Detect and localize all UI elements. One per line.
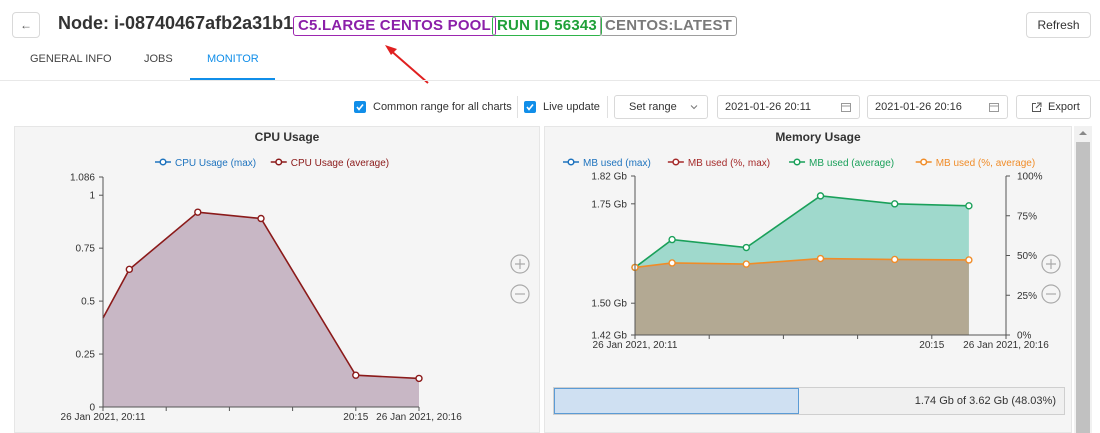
x-tick-label: 20:15 xyxy=(919,340,944,351)
data-point xyxy=(816,254,825,263)
legend-marker xyxy=(793,158,801,166)
legend-entry: MB used (%, max) xyxy=(688,158,770,169)
data-point xyxy=(668,235,676,244)
y-tick-label: 0.25 xyxy=(76,350,96,361)
tab-general-info[interactable]: GENERAL INFO xyxy=(30,53,112,65)
chart-title: CPU Usage xyxy=(255,130,320,144)
live-update-checkbox[interactable] xyxy=(524,101,536,113)
legend-entry: MB used (%, average) xyxy=(936,158,1035,169)
toolbar-divider xyxy=(517,96,518,118)
data-point xyxy=(891,200,899,208)
zoom-in-icon[interactable] xyxy=(510,254,530,274)
chart-title: Memory Usage xyxy=(775,130,861,144)
calendar-icon xyxy=(989,103,999,112)
data-point xyxy=(194,208,202,216)
memory-summary-fill xyxy=(554,388,799,414)
zoom-out-icon[interactable] xyxy=(1041,284,1061,304)
tab-bar: GENERAL INFO JOBS MONITOR xyxy=(0,44,1100,81)
data-point xyxy=(415,374,423,383)
x-tick-label: 20:15 xyxy=(343,412,368,423)
y-right-tick-label: 25% xyxy=(1017,291,1037,302)
data-point xyxy=(965,256,973,264)
y-tick-label: 1 xyxy=(89,191,95,202)
x-tick-label: 26 Jan 2021, 20:16 xyxy=(376,412,462,423)
y-tick-label: 0.75 xyxy=(76,244,96,255)
cpu-usage-panel: CPU Usage CPU Usage (max) CPU Usage (avera… xyxy=(14,126,540,433)
live-update-label: Live update xyxy=(543,101,600,113)
calendar-icon xyxy=(841,103,851,112)
tab-jobs[interactable]: JOBS xyxy=(144,53,173,65)
x-tick-label: 26 Jan 2021, 20:11 xyxy=(61,412,146,423)
export-icon xyxy=(1032,102,1042,112)
x-tick-label: 26 Jan 2021, 20:11 xyxy=(593,340,678,351)
date-to-value: 2021-01-26 20:16 xyxy=(875,101,962,113)
legend-entry: CPU Usage (average) xyxy=(291,158,389,169)
common-range-checkbox[interactable] xyxy=(354,101,366,113)
legend-entry: MB used (average) xyxy=(809,158,894,169)
y-tick-label: 1.086 xyxy=(70,173,95,184)
data-point xyxy=(257,214,265,223)
y-right-tick-label: 50% xyxy=(1017,251,1037,262)
date-to-input[interactable]: 2021-01-26 20:16 xyxy=(867,95,1008,119)
set-range-label: Set range xyxy=(629,101,677,113)
y-right-tick-label: 75% xyxy=(1017,211,1037,222)
y-right-tick-label: 100% xyxy=(1017,172,1043,183)
legend-marker xyxy=(275,158,283,166)
legend-marker xyxy=(672,158,680,166)
legend-marker xyxy=(920,158,928,166)
memory-summary-bar: 1.74 Gb of 3.62 Gb (48.03%) xyxy=(553,387,1065,415)
scroll-up-icon xyxy=(1079,131,1087,135)
export-label: Export xyxy=(1048,101,1080,113)
date-from-value: 2021-01-26 20:11 xyxy=(725,101,812,113)
legend-entry: CPU Usage (max) xyxy=(175,158,256,169)
scrollbar[interactable] xyxy=(1074,126,1092,433)
series-area-cpu-avg xyxy=(103,212,419,407)
date-from-input[interactable]: 2021-01-26 20:11 xyxy=(717,95,860,119)
zoom-in-icon[interactable] xyxy=(1041,254,1061,274)
tab-monitor[interactable]: MONITOR xyxy=(207,53,259,65)
set-range-dropdown[interactable]: Set range xyxy=(614,95,708,119)
y-tick-label: 1.75 Gb xyxy=(591,199,627,210)
y-tick-label: 1.50 Gb xyxy=(591,299,627,310)
legend-marker xyxy=(567,158,575,166)
data-point xyxy=(891,255,899,264)
memory-summary-text: 1.74 Gb of 3.62 Gb (48.03%) xyxy=(914,395,1056,407)
check-icon xyxy=(526,104,534,111)
toolbar-divider xyxy=(607,96,608,118)
cpu-usage-chart[interactable]: CPU Usage CPU Usage (max) CPU Usage (avera… xyxy=(15,127,541,433)
export-button[interactable]: Export xyxy=(1016,95,1091,119)
zoom-out-icon[interactable] xyxy=(510,284,530,304)
data-point xyxy=(668,259,676,267)
data-point xyxy=(352,371,360,379)
active-tab-indicator xyxy=(190,78,275,80)
data-point xyxy=(816,192,825,200)
chevron-down-icon xyxy=(690,105,698,110)
legend-marker xyxy=(159,158,167,166)
y-tick-label: 0.5 xyxy=(81,297,95,308)
check-icon xyxy=(356,104,364,111)
data-point xyxy=(965,202,973,210)
y-tick-label: 1.82 Gb xyxy=(591,172,627,183)
series-area-mem-pct-avg xyxy=(635,258,969,335)
data-point xyxy=(742,260,751,268)
x-tick-label: 26 Jan 2021, 20:16 xyxy=(963,340,1049,351)
legend-entry: MB used (max) xyxy=(583,158,651,169)
scrollbar-thumb[interactable] xyxy=(1076,142,1090,433)
data-point xyxy=(742,243,751,252)
data-point xyxy=(125,265,134,274)
common-range-label: Common range for all charts xyxy=(373,101,512,113)
